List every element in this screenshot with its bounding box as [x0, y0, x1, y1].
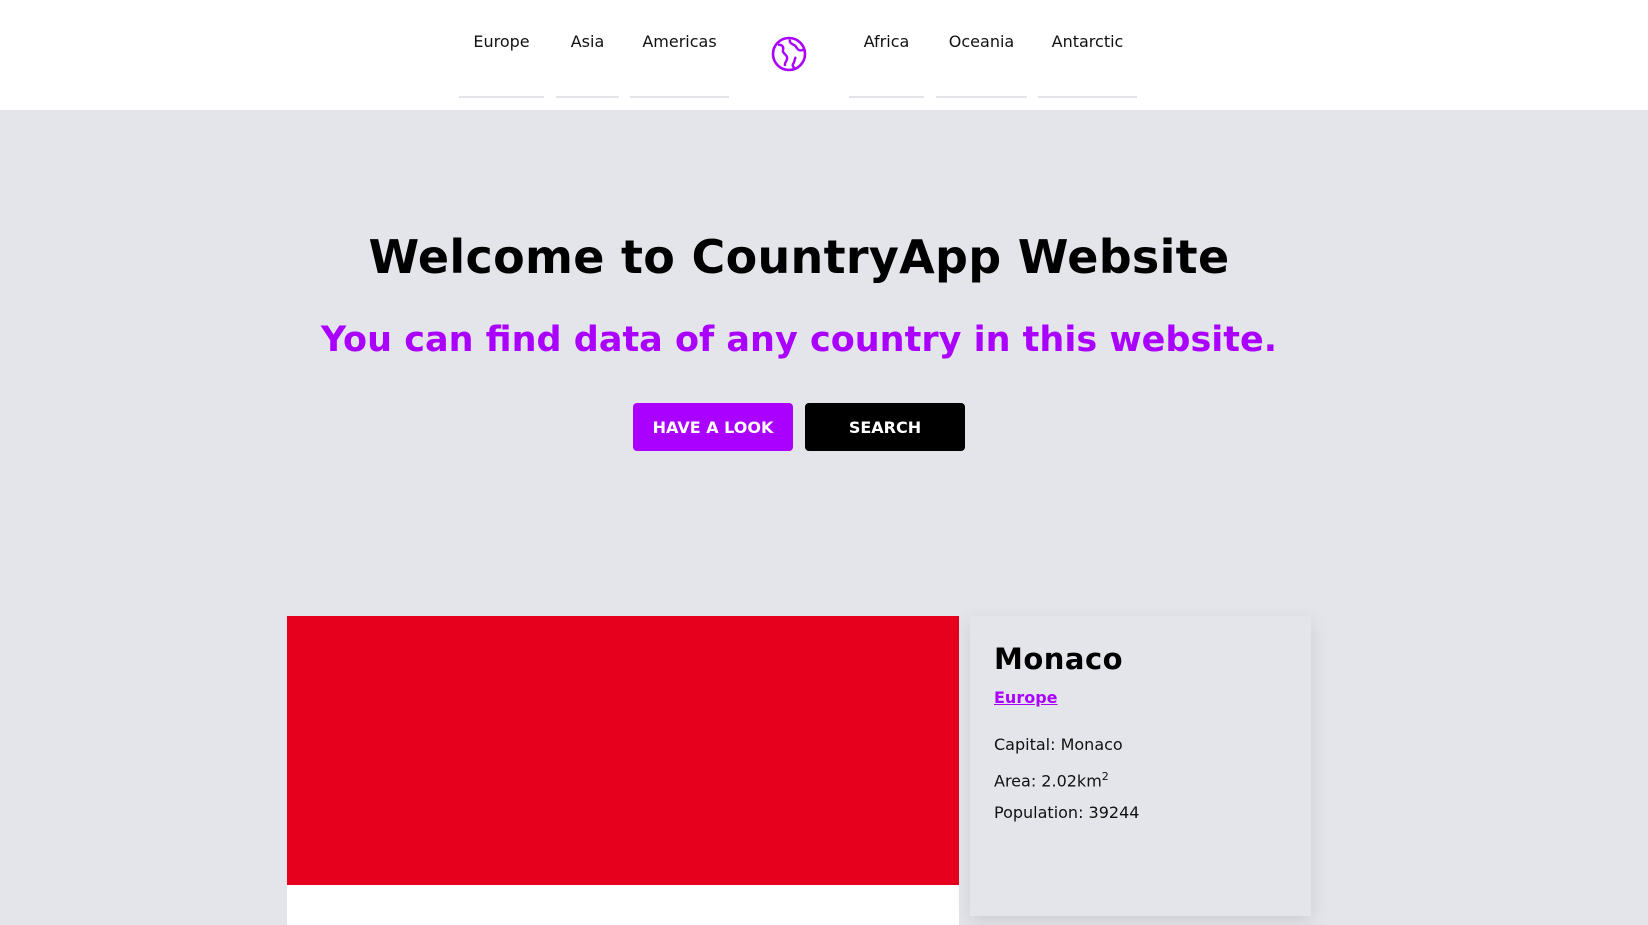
area-row: Area: 2.02km2	[994, 761, 1287, 797]
capital-row: Capital: Monaco	[994, 729, 1287, 761]
nav-link-americas[interactable]: Americas	[630, 0, 729, 98]
capital-value: Monaco	[1060, 735, 1123, 754]
have-a-look-button[interactable]: HAVE A LOOK	[633, 403, 793, 451]
country-flag[interactable]	[287, 616, 959, 885]
area-value: 2.02km	[1041, 771, 1102, 791]
capital-label: Capital:	[994, 735, 1061, 754]
country-info-panel: Monaco Europe Capital: Monaco Area: 2.02…	[970, 616, 1311, 916]
area-unit-superscript: 2	[1101, 770, 1109, 783]
search-button[interactable]: SEARCH	[805, 403, 965, 451]
population-value: 39244	[1088, 803, 1140, 823]
region-link[interactable]: Europe	[994, 688, 1058, 707]
globe-icon[interactable]	[770, 35, 808, 73]
hero-subtitle: You can find data of any country in this…	[320, 320, 1278, 360]
hero-title: Welcome to CountryApp Website	[368, 230, 1230, 284]
flag-bottom-band	[287, 885, 959, 925]
nav-link-oceania[interactable]: Oceania	[936, 0, 1027, 98]
country-name: Monaco	[994, 642, 1124, 676]
nav-link-europe[interactable]: Europe	[459, 0, 544, 98]
nav-link-africa[interactable]: Africa	[849, 0, 924, 98]
population-label: Population:	[994, 803, 1089, 823]
population-row: Population: 39244	[994, 797, 1287, 829]
area-label: Area:	[994, 771, 1042, 791]
country-stats: Capital: Monaco Area: 2.02km2 Population…	[994, 729, 1287, 829]
country-card: Monaco Europe Capital: Monaco Area: 2.02…	[287, 616, 1311, 925]
nav-link-asia[interactable]: Asia	[556, 0, 619, 98]
nav-link-antarctic[interactable]: Antarctic	[1038, 0, 1137, 98]
navbar: Europe Asia Americas Africa Oceania Anta…	[0, 0, 1648, 110]
